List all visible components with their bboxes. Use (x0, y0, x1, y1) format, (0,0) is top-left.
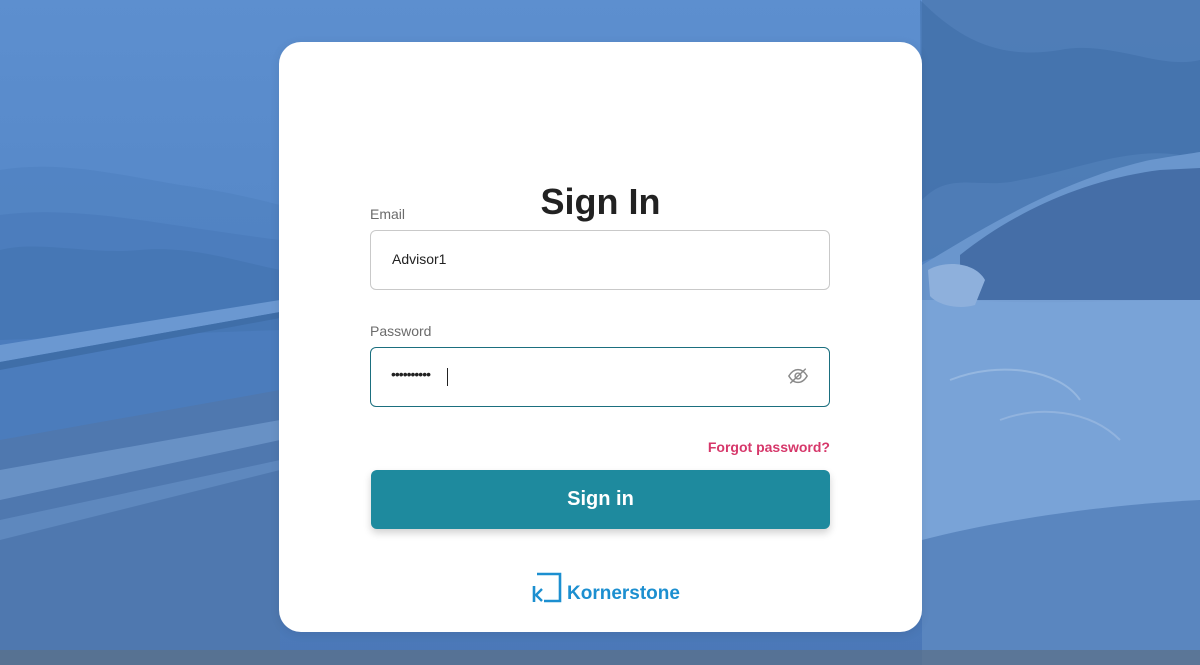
brand-name: Kornerstone (567, 583, 680, 604)
brand-logo: Kornerstone (531, 571, 680, 603)
sign-in-button[interactable]: Sign in (371, 470, 830, 529)
text-cursor (447, 368, 448, 386)
email-label: Email (370, 206, 406, 222)
eye-slash-icon[interactable] (787, 365, 809, 387)
password-value: •••••••••• (391, 366, 431, 382)
sign-in-card: Sign In Email Advisor1 Password ••••••••… (279, 42, 922, 632)
password-label: Password (370, 323, 432, 339)
password-field[interactable]: •••••••••• (370, 347, 830, 407)
kornerstone-logo-icon (532, 572, 562, 603)
email-value: Advisor1 (392, 251, 447, 267)
forgot-password-link[interactable]: Forgot password? (708, 439, 830, 455)
email-field[interactable]: Advisor1 (370, 230, 830, 290)
